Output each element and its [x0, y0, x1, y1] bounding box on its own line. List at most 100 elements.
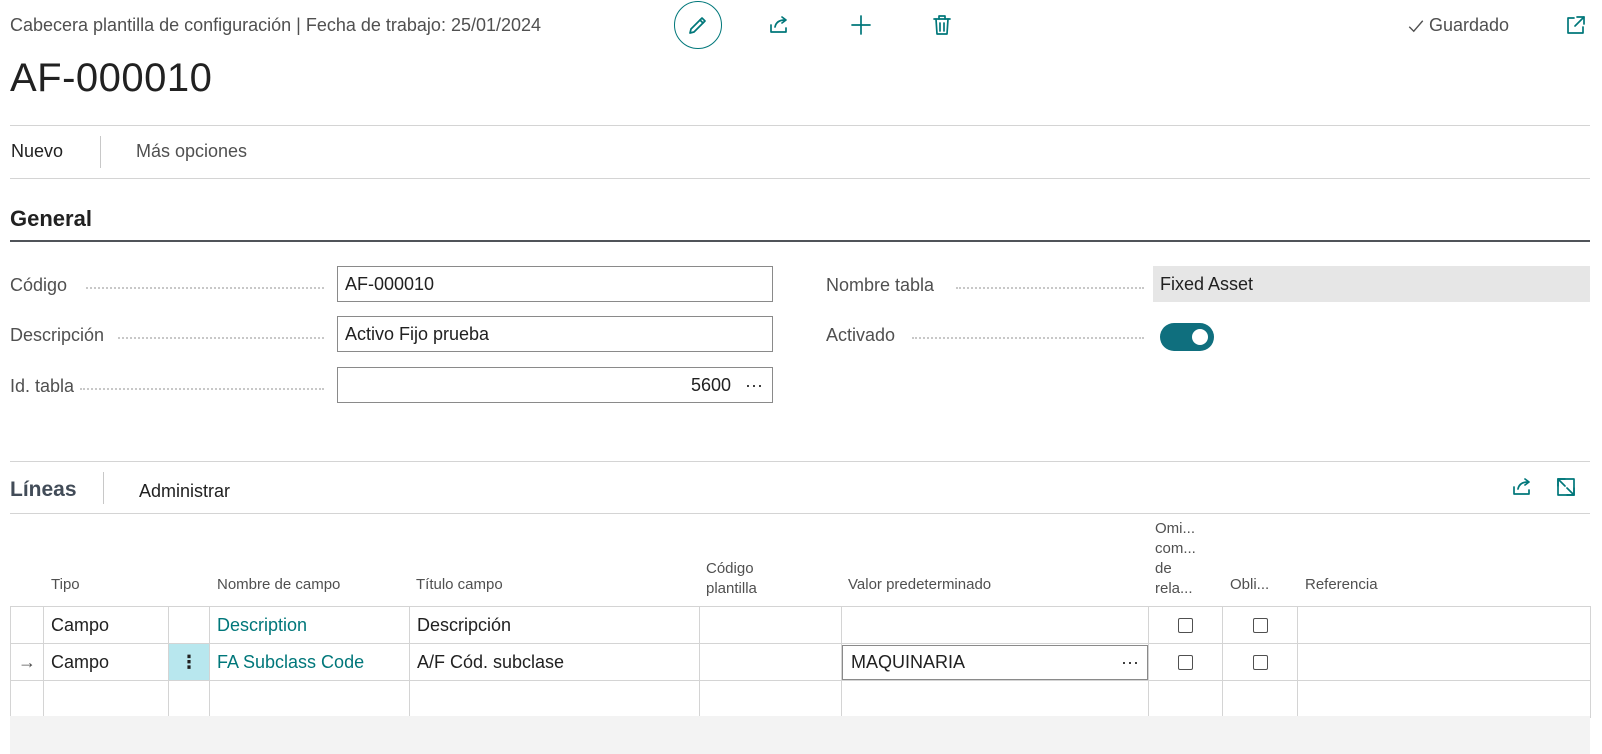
- plus-icon: [851, 15, 871, 35]
- col-header-template-code[interactable]: Código plantilla: [706, 559, 757, 599]
- leader-dots: [80, 388, 324, 390]
- empty-cell[interactable]: [699, 680, 842, 718]
- template-code-cell[interactable]: [699, 643, 842, 681]
- empty-cell[interactable]: [1222, 680, 1298, 718]
- section-underline: [10, 240, 1590, 242]
- row-indicator-cell: [10, 606, 44, 644]
- row-arrow-icon: →: [10, 643, 44, 681]
- template-code-cell[interactable]: [699, 606, 842, 644]
- col-header-reference[interactable]: Referencia: [1305, 575, 1378, 595]
- table-id-field[interactable]: 5600 ···: [337, 367, 773, 403]
- section-general-heading[interactable]: General: [10, 206, 92, 232]
- table-name-field: Fixed Asset: [1153, 266, 1590, 302]
- share-icon: [770, 16, 787, 33]
- mandatory-cell: [1222, 643, 1298, 681]
- default-value-cell[interactable]: [841, 606, 1149, 644]
- col-header-line: plantilla: [706, 580, 757, 597]
- empty-cell[interactable]: [1297, 680, 1591, 718]
- breadcrumb: Cabecera plantilla de configuración | Fe…: [10, 15, 542, 35]
- empty-cell[interactable]: [841, 680, 1149, 718]
- mandatory-cell: [1222, 606, 1298, 644]
- field-name-link[interactable]: FA Subclass Code: [209, 643, 410, 681]
- code-field[interactable]: AF-000010: [337, 266, 773, 302]
- table-row[interactable]: → Campo ⋮ FA Subclass Code A/F Cód. subc…: [10, 643, 1591, 681]
- code-label: Código: [10, 275, 68, 295]
- page-title: AF-000010: [10, 56, 213, 100]
- trash-icon: [933, 15, 951, 35]
- leader-dots: [118, 337, 324, 339]
- table-name-label: Nombre tabla: [826, 275, 935, 295]
- default-value-text: MAQUINARIA: [851, 651, 966, 672]
- new-record-button[interactable]: [842, 6, 880, 44]
- table-id-label: Id. tabla: [10, 376, 75, 396]
- default-value-cell[interactable]: MAQUINARIA ···: [841, 643, 1149, 681]
- col-header-field-name[interactable]: Nombre de campo: [217, 575, 340, 595]
- saved-status: Guardado: [1407, 15, 1509, 36]
- mandatory-checkbox[interactable]: [1252, 654, 1268, 670]
- mandatory-checkbox[interactable]: [1252, 617, 1268, 633]
- col-header-line: com...: [1155, 540, 1196, 557]
- type-cell[interactable]: Campo: [43, 606, 169, 644]
- empty-cell[interactable]: [43, 680, 169, 718]
- col-header-field-caption[interactable]: Título campo: [416, 575, 503, 595]
- row-menu-cell[interactable]: [168, 606, 210, 644]
- grid-footer: [10, 716, 1590, 754]
- field-caption-cell: A/F Cód. subclase: [409, 643, 700, 681]
- default-value-input[interactable]: MAQUINARIA ···: [842, 644, 1148, 680]
- divider: [10, 178, 1590, 179]
- col-header-mandatory[interactable]: Obli...: [1230, 575, 1269, 595]
- leader-dots: [86, 287, 324, 289]
- edit-button[interactable]: [674, 1, 722, 49]
- toggle-knob: [1192, 329, 1208, 345]
- divider: [10, 125, 1590, 126]
- reference-cell[interactable]: [1297, 606, 1591, 644]
- saved-label: Guardado: [1429, 15, 1510, 35]
- delete-button[interactable]: [923, 6, 961, 44]
- empty-cell[interactable]: [1148, 680, 1223, 718]
- lines-grid: Campo Description Descripción → Campo ⋮ …: [10, 606, 1591, 718]
- table-row-empty[interactable]: [10, 680, 1591, 718]
- empty-cell: [409, 680, 700, 718]
- reference-cell[interactable]: [1297, 643, 1591, 681]
- new-action[interactable]: Nuevo: [11, 141, 63, 162]
- field-name-link[interactable]: Description: [209, 606, 410, 644]
- skip-relation-cell: [1148, 606, 1223, 644]
- lookup-button[interactable]: ···: [1121, 652, 1139, 673]
- lookup-button[interactable]: ···: [745, 375, 763, 396]
- col-header-line: Código: [706, 560, 754, 577]
- empty-cell: [10, 680, 44, 718]
- manage-action[interactable]: Administrar: [139, 481, 230, 502]
- table-id-value: 5600: [690, 374, 732, 395]
- col-header-skip-relation[interactable]: Omi... com... de rela...: [1155, 519, 1196, 599]
- skip-relation-cell: [1148, 643, 1223, 681]
- lines-title[interactable]: Líneas: [10, 478, 77, 502]
- table-row[interactable]: Campo Description Descripción: [10, 606, 1591, 644]
- empty-cell: [168, 680, 210, 718]
- share-button[interactable]: [760, 6, 798, 44]
- col-header-default-value[interactable]: Valor predeterminado: [848, 575, 991, 595]
- enabled-label: Activado: [826, 325, 896, 345]
- type-cell[interactable]: Campo: [43, 643, 169, 681]
- share-icon: [1513, 478, 1530, 495]
- description-label: Descripción: [10, 325, 105, 345]
- col-header-line: de: [1155, 560, 1172, 577]
- action-separator: [100, 136, 101, 168]
- enabled-toggle[interactable]: [1160, 323, 1214, 351]
- skip-relation-checkbox[interactable]: [1178, 617, 1193, 633]
- skip-relation-checkbox[interactable]: [1178, 654, 1193, 670]
- col-header-type[interactable]: Tipo: [51, 575, 80, 595]
- leader-dots: [912, 337, 1144, 339]
- divider: [10, 461, 1590, 462]
- col-header-line: rela...: [1155, 580, 1193, 597]
- leader-dots: [956, 287, 1144, 289]
- open-new-window-icon: [1567, 16, 1585, 34]
- action-separator: [103, 472, 104, 504]
- lines-share-button[interactable]: [1503, 468, 1541, 506]
- field-caption-cell: Descripción: [409, 606, 700, 644]
- lines-expand-button[interactable]: [1547, 468, 1585, 506]
- description-field[interactable]: Activo Fijo prueba: [337, 316, 773, 352]
- open-new-window-button[interactable]: [1557, 6, 1595, 44]
- empty-cell[interactable]: [209, 680, 410, 718]
- row-menu-button[interactable]: ⋮: [168, 643, 210, 681]
- more-options-action[interactable]: Más opciones: [136, 141, 247, 162]
